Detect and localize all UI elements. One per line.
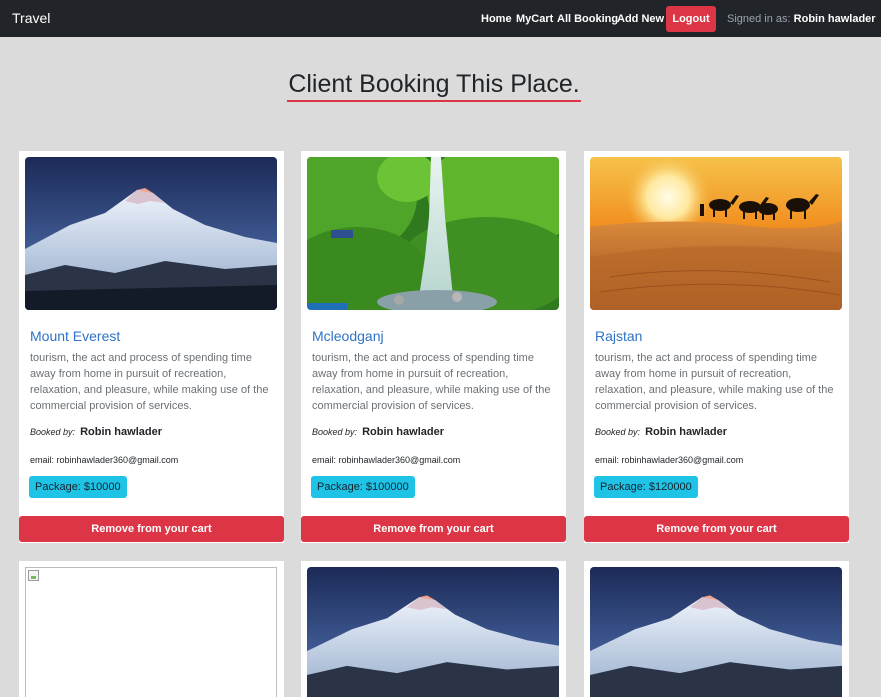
signed-in-label: Signed in as: <box>727 13 791 25</box>
card-title[interactable]: Rajstan <box>595 328 642 344</box>
card-description: tourism, the act and process of spending… <box>312 352 551 412</box>
top-navbar: Travel Home MyCart All Booking Add New L… <box>0 0 881 37</box>
mountain-photo <box>590 567 842 697</box>
booking-card <box>584 561 849 697</box>
package-badge: Package: $120000 <box>594 476 698 498</box>
waterfall-photo <box>307 157 559 310</box>
booked-by-name: Robin hawlader <box>80 426 162 438</box>
booked-by-label: Booked by: <box>595 427 641 437</box>
nav-link-add-new[interactable]: Add New <box>617 13 664 25</box>
booking-email: email: robinhawlader360@gmail.com <box>30 455 179 465</box>
booking-card: Mcleodganj tourism, the act and process … <box>301 151 566 543</box>
mountain-photo <box>25 157 277 310</box>
package-badge: Package: $10000 <box>29 476 127 498</box>
remove-from-cart-button[interactable]: Remove from your cart <box>19 516 284 542</box>
nav-link-mycart[interactable]: MyCart <box>516 13 553 25</box>
remove-from-cart-button[interactable]: Remove from your cart <box>301 516 566 542</box>
page-heading-text: Client Booking This Place. <box>287 70 581 102</box>
booked-by-label: Booked by: <box>30 427 76 437</box>
nav-link-home[interactable]: Home <box>481 13 512 25</box>
nav-link-all-booking[interactable]: All Booking <box>557 13 618 25</box>
signed-in-status: Signed in as: Robin hawlader <box>727 13 876 25</box>
booked-by: Booked by: Robin hawlader <box>595 426 727 438</box>
card-description: tourism, the act and process of spending… <box>30 352 269 412</box>
brand-logo[interactable]: Travel <box>12 10 50 26</box>
booking-card: Rajstan tourism, the act and process of … <box>584 151 849 543</box>
booking-email: email: robinhawlader360@gmail.com <box>595 455 744 465</box>
broken-image <box>25 567 277 697</box>
remove-from-cart-button[interactable]: Remove from your cart <box>584 516 849 542</box>
booked-by-name: Robin hawlader <box>362 426 444 438</box>
card-description: tourism, the act and process of spending… <box>595 352 834 412</box>
logout-button[interactable]: Logout <box>666 6 716 32</box>
package-badge: Package: $100000 <box>311 476 415 498</box>
booking-card: Mount Everest tourism, the act and proce… <box>19 151 284 543</box>
booked-by-label: Booked by: <box>312 427 358 437</box>
mountain-photo <box>307 567 559 697</box>
booking-email: email: robinhawlader360@gmail.com <box>312 455 461 465</box>
card-title[interactable]: Mount Everest <box>30 328 120 344</box>
page-heading: Client Booking This Place. <box>0 70 868 102</box>
booked-by: Booked by: Robin hawlader <box>312 426 444 438</box>
booking-card <box>19 561 284 697</box>
signed-in-user: Robin hawlader <box>793 13 876 25</box>
card-title[interactable]: Mcleodganj <box>312 328 384 344</box>
booked-by-name: Robin hawlader <box>645 426 727 438</box>
booking-card <box>301 561 566 697</box>
booked-by: Booked by: Robin hawlader <box>30 426 162 438</box>
desert-camels-photo <box>590 157 842 310</box>
broken-image-icon <box>28 570 39 581</box>
